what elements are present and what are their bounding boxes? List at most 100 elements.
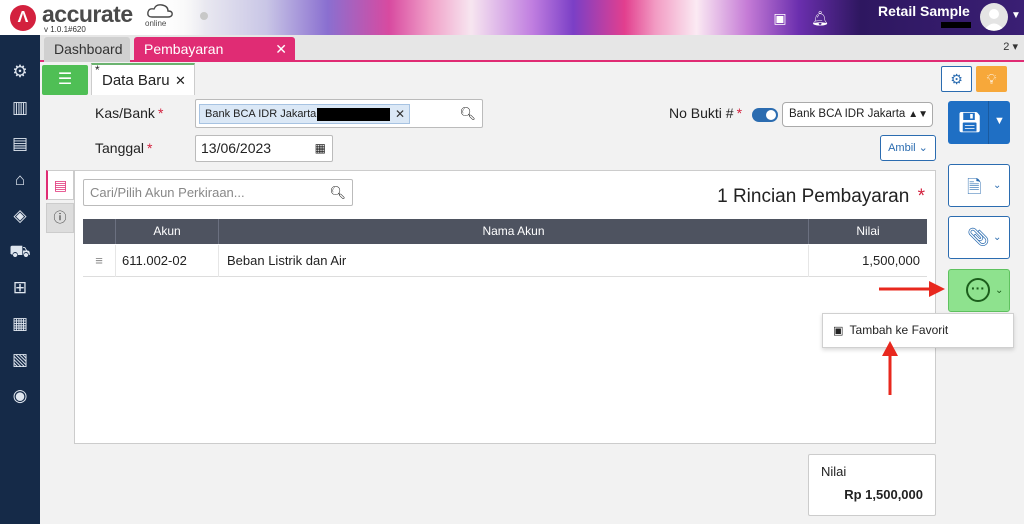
ambil-label: Ambil: [888, 142, 916, 154]
column-nama-akun[interactable]: Nama Akun: [218, 219, 808, 244]
auto-number-toggle[interactable]: [752, 108, 778, 122]
chevron-down-icon: ⌄: [995, 285, 1004, 296]
tab-data-baru[interactable]: * Data Baru ✕: [91, 63, 195, 95]
kas-bank-value: Bank BCA IDR Jakarta: [205, 108, 317, 120]
cloud-icon: [147, 4, 173, 18]
tab-data-baru-label: Data Baru: [102, 72, 170, 89]
user-avatar[interactable]: [980, 3, 1008, 31]
tab-info[interactable]: ⓘ: [46, 203, 74, 233]
list-view-button[interactable]: ☰: [42, 65, 88, 95]
no-bukti-select[interactable]: Bank BCA IDR Jakarta (06 ▲▼: [782, 102, 933, 127]
unsaved-marker: *: [95, 63, 100, 77]
search-icon[interactable]: 🔍︎: [459, 106, 476, 122]
bookmark-icon: ▣: [833, 325, 844, 337]
cell-nilai: 1,500,000: [808, 245, 927, 277]
tips-button[interactable]: 💡︎: [976, 66, 1007, 92]
annotation-arrow-up-icon: [882, 341, 898, 395]
total-value: Rp 1,500,000: [844, 487, 923, 502]
tab-dashboard[interactable]: Dashboard: [44, 37, 130, 62]
status-dot: [200, 12, 208, 20]
select-arrows-icon: ▲▼: [906, 103, 928, 126]
account-search-placeholder: Cari/Pilih Akun Perkiraan...: [90, 185, 245, 200]
module-tabbar: Dashboard Pembayaran ✕ 2 ▾: [40, 35, 1024, 62]
tanggal-field[interactable]: 13/06/2023 ▦: [195, 135, 333, 162]
detail-panel: Cari/Pilih Akun Perkiraan... 🔍︎ 1 Rincia…: [74, 170, 936, 444]
tanggal-value: 13/06/2023: [201, 140, 272, 156]
document-icon: 🗎: [967, 177, 982, 197]
tax-report-icon[interactable]: ▧: [8, 348, 32, 372]
cell-nama-akun: Beban Listrik dan Air: [218, 245, 808, 277]
more-options-button[interactable]: ··· ⌄: [948, 269, 1010, 312]
chevron-down-icon: ⌄: [993, 232, 1002, 243]
list-icon: ☰: [57, 71, 73, 88]
table-row[interactable]: ≡ 611.002-02 Beban Listrik dan Air 1,500…: [83, 245, 927, 277]
lightbulb-icon: 💡︎: [986, 71, 997, 87]
column-akun[interactable]: Akun: [115, 219, 218, 244]
ambil-button[interactable]: Ambil ⌄: [880, 135, 936, 161]
cell-akun: 611.002-02: [115, 245, 218, 277]
floppy-disk-icon: 💾︎: [957, 112, 983, 134]
remove-chip-icon[interactable]: ✕: [395, 105, 405, 123]
save-button[interactable]: 💾︎ ▼: [948, 101, 1010, 144]
top-header-bar: Λ accurate online v 1.0.1#620 ▣ 🔔︎ Retai…: [0, 0, 1024, 35]
bell-icon[interactable]: 🔔︎: [809, 7, 831, 29]
kas-bank-chip[interactable]: Bank BCA IDR Jakarta ✕: [199, 104, 410, 124]
brand-subtitle: online: [145, 19, 167, 28]
price-tag-icon[interactable]: ◈: [8, 204, 32, 228]
attachment-button[interactable]: 📎︎ ⌄: [948, 216, 1010, 259]
paperclip-icon: 📎︎: [967, 227, 990, 247]
open-tab-count[interactable]: 2 ▾: [1003, 40, 1018, 53]
notes-icon[interactable]: ▣: [769, 7, 791, 29]
add-favorite-menu-item[interactable]: ▣ Tambah ke Favorit: [822, 313, 1014, 348]
document-icon: ▤: [53, 177, 68, 193]
calendar-icon[interactable]: ▦: [315, 136, 326, 161]
drag-column-header: [83, 219, 115, 244]
shopping-cart-icon[interactable]: ⛟: [8, 240, 32, 264]
ledger-book-icon[interactable]: ▤: [8, 132, 32, 156]
info-icon: ⓘ: [53, 210, 67, 225]
close-tab-icon[interactable]: ✕: [275, 37, 287, 62]
tab-dashboard-label: Dashboard: [54, 41, 123, 57]
redacted-username: [941, 22, 971, 28]
annotation-arrow-right-icon: [879, 281, 945, 297]
chevron-down-icon[interactable]: ▼: [1011, 10, 1021, 21]
tab-pembayaran[interactable]: Pembayaran ✕: [134, 37, 295, 62]
company-building-icon[interactable]: ▥: [8, 96, 32, 120]
accurate-logo-icon: Λ: [10, 5, 36, 31]
tanggal-label: Tanggal *: [95, 140, 153, 156]
account-search-input[interactable]: Cari/Pilih Akun Perkiraan... 🔍︎: [83, 179, 353, 206]
more-dots-icon: ···: [966, 278, 990, 302]
table-header: Akun Nama Akun Nilai: [83, 219, 927, 244]
search-icon[interactable]: 🔍︎: [329, 180, 346, 205]
panel-heading: 1 Rincian Pembayaran *: [717, 186, 925, 207]
split-divider: [988, 101, 989, 144]
gear-icon: ⚙︎: [950, 71, 963, 87]
dashboard-chart-icon[interactable]: ◉: [8, 384, 32, 408]
company-name[interactable]: Retail Sample: [878, 3, 970, 19]
logo-area: Λ accurate online v 1.0.1#620: [0, 0, 205, 35]
settings-gear-icon[interactable]: ⚙︎: [8, 60, 32, 84]
document-button[interactable]: 🗎 ⌄: [948, 164, 1010, 207]
main-sidebar: ⚙︎ ▥ ▤ ⌂ ◈ ⛟ ⊞ ▦ ▧ ◉: [0, 35, 40, 524]
tab-pembayaran-label: Pembayaran: [144, 41, 224, 57]
app-version: v 1.0.1#620: [44, 25, 86, 34]
no-bukti-label: No Bukti # *: [669, 105, 743, 121]
redacted-account: [317, 108, 390, 121]
tab-rincian[interactable]: ▤: [46, 170, 74, 200]
kas-bank-field[interactable]: Bank BCA IDR Jakarta ✕ 🔍︎: [195, 99, 483, 128]
brand-name: accurate: [42, 1, 133, 27]
no-bukti-value: Bank BCA IDR Jakarta (06: [789, 108, 926, 120]
chevron-down-icon: ⌄: [993, 180, 1002, 191]
chevron-down-icon[interactable]: ▼: [994, 115, 1005, 127]
purchase-cart-icon[interactable]: ⊞: [8, 276, 32, 300]
kas-bank-label: Kas/Bank *: [95, 105, 164, 121]
drag-handle-icon[interactable]: ≡: [83, 245, 115, 277]
form-settings-button[interactable]: ⚙︎: [941, 66, 972, 92]
total-label: Nilai: [821, 464, 847, 479]
tab-count-value: 2: [1003, 41, 1010, 53]
bank-icon[interactable]: ⌂: [8, 168, 32, 192]
add-favorite-label: Tambah ke Favorit: [849, 323, 949, 337]
column-nilai[interactable]: Nilai: [808, 219, 927, 244]
inventory-icon[interactable]: ▦: [8, 312, 32, 336]
close-icon[interactable]: ✕: [175, 73, 186, 89]
